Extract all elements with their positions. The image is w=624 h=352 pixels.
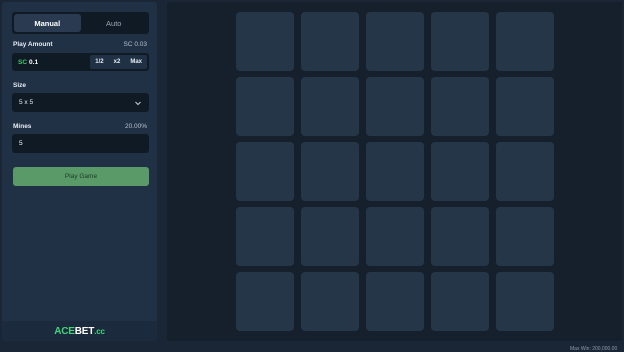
mines-label: Mines — [13, 123, 32, 130]
mine-tile[interactable] — [301, 12, 359, 71]
double-button[interactable]: x2 — [109, 55, 126, 69]
mode-toggle: Manual Auto — [12, 12, 149, 34]
footer: ACEBET.cc — [2, 321, 157, 341]
mines-grid — [236, 12, 554, 331]
game-board — [167, 2, 622, 341]
play-amount-field[interactable]: SC 0.1 1/2 x2 Max — [12, 53, 149, 71]
mine-tile[interactable] — [431, 272, 489, 331]
size-label: Size — [13, 82, 27, 89]
mine-tile[interactable] — [366, 142, 424, 201]
mine-tile[interactable] — [431, 207, 489, 266]
max-win-label: Max Win: 200,000.00 — [570, 346, 618, 352]
mine-tile[interactable] — [236, 77, 294, 136]
max-button[interactable]: Max — [125, 55, 147, 69]
mine-tile[interactable] — [301, 77, 359, 136]
mine-tile[interactable] — [366, 77, 424, 136]
mine-tile[interactable] — [431, 12, 489, 71]
mine-tile[interactable] — [301, 272, 359, 331]
mine-tile[interactable] — [431, 142, 489, 201]
mine-tile[interactable] — [496, 142, 554, 201]
mine-tile[interactable] — [236, 142, 294, 201]
amount-actions: 1/2 x2 Max — [90, 55, 147, 69]
mine-tile[interactable] — [496, 12, 554, 71]
play-amount-input[interactable]: 0.1 — [29, 59, 90, 66]
size-select[interactable]: 5 x 5 — [12, 93, 149, 112]
currency-label: SC — [18, 58, 28, 66]
play-game-button[interactable]: Play Game — [13, 167, 149, 186]
mine-tile[interactable] — [496, 207, 554, 266]
size-value: 5 x 5 — [19, 99, 34, 106]
mines-input[interactable]: 5 — [12, 134, 149, 153]
mine-tile[interactable] — [301, 207, 359, 266]
mines-percent: 20.00% — [124, 123, 147, 130]
mine-tile[interactable] — [366, 272, 424, 331]
control-panel: Manual Auto Play Amount SC 0.03 SC 0.1 1… — [2, 2, 157, 341]
mine-tile[interactable] — [236, 207, 294, 266]
chevron-down-icon — [135, 101, 141, 105]
mine-tile[interactable] — [496, 272, 554, 331]
mine-tile[interactable] — [236, 12, 294, 71]
tab-auto[interactable]: Auto — [81, 14, 148, 32]
mine-tile[interactable] — [301, 142, 359, 201]
tab-manual[interactable]: Manual — [14, 14, 81, 32]
half-button[interactable]: 1/2 — [90, 55, 108, 69]
balance-display: SC 0.03 — [123, 41, 148, 48]
play-amount-label: Play Amount — [13, 41, 53, 48]
mine-tile[interactable] — [431, 77, 489, 136]
mine-tile[interactable] — [366, 207, 424, 266]
acebet-logo: ACEBET.cc — [54, 325, 105, 337]
mine-tile[interactable] — [496, 77, 554, 136]
mine-tile[interactable] — [366, 12, 424, 71]
mine-tile[interactable] — [236, 272, 294, 331]
